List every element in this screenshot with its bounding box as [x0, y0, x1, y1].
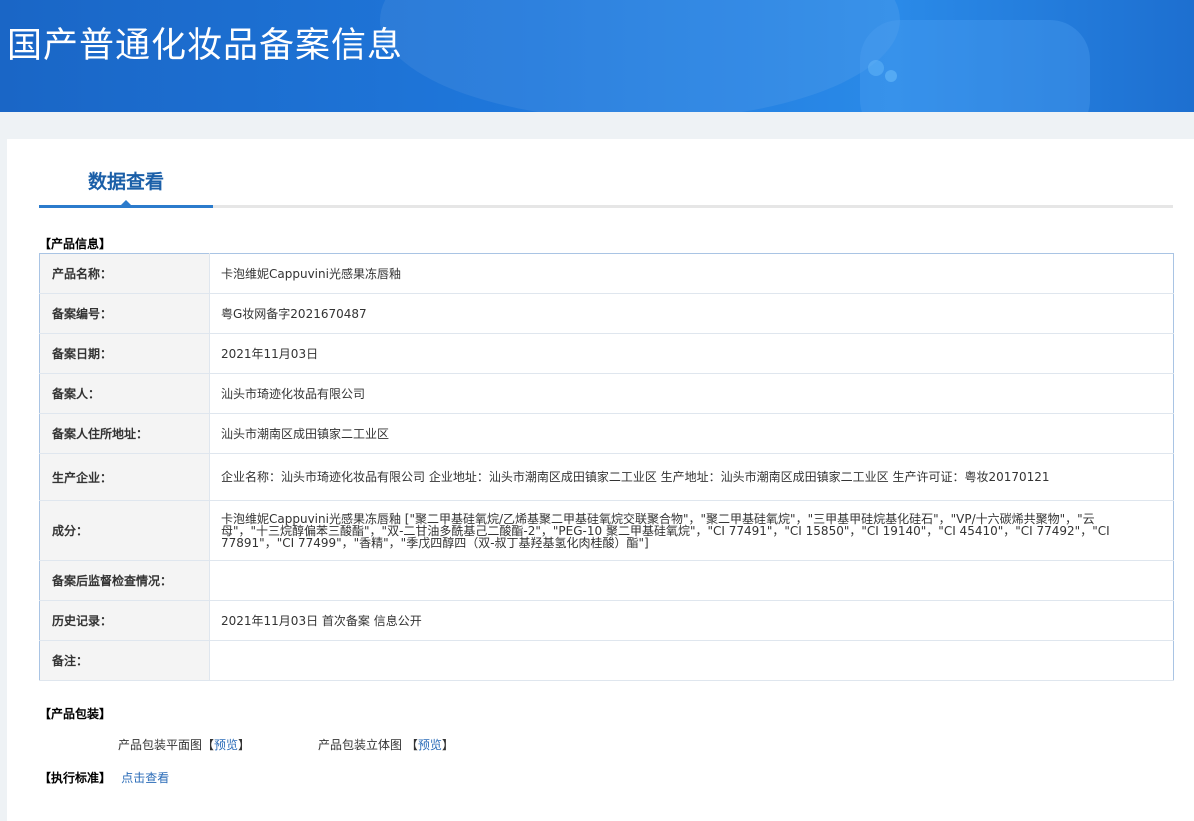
tab-data-view[interactable]: 数据查看 — [39, 167, 213, 208]
row-value: 2021年11月03日 首次备案 信息公开 — [209, 600, 1174, 641]
packaging-section-title: 【产品包装】 — [39, 707, 112, 721]
row-key: 生产企业： — [39, 453, 210, 501]
table-row: 生产企业： 企业名称：汕头市琦迹化妆品有限公司 企业地址：汕头市潮南区成田镇家二… — [39, 453, 1174, 501]
row-value: 卡泡维妮Cappuvini光感果冻唇釉 — [209, 253, 1174, 294]
row-key: 备案人： — [39, 373, 210, 414]
content-panel: 数据查看 【产品信息】 产品名称： 卡泡维妮Cappuvini光感果冻唇釉 备案… — [7, 139, 1194, 821]
tab-active-caret — [120, 200, 132, 206]
row-key: 备案人住所地址： — [39, 413, 210, 454]
table-row: 产品名称： 卡泡维妮Cappuvini光感果冻唇釉 — [39, 253, 1174, 294]
packaging-solid-close: 】 — [441, 738, 454, 752]
row-key: 备案后监督检查情况： — [39, 560, 210, 601]
row-value: 粤G妆网备字2021670487 — [209, 293, 1174, 334]
table-row: 历史记录： 2021年11月03日 首次备案 信息公开 — [39, 600, 1174, 641]
table-row: 备案人： 汕头市琦迹化妆品有限公司 — [39, 373, 1174, 414]
packaging-solid-label: 产品包装立体图 【 — [318, 738, 418, 752]
packaging-flat-preview-link[interactable]: 预览 — [214, 738, 238, 752]
header-decoration — [380, 0, 900, 112]
row-key: 产品名称： — [39, 253, 210, 294]
table-row: 备注： — [39, 640, 1174, 681]
row-value: 2021年11月03日 — [209, 333, 1174, 374]
product-info-table: 产品名称： 卡泡维妮Cappuvini光感果冻唇釉 备案编号： 粤G妆网备字20… — [39, 253, 1174, 681]
standard-view-link[interactable]: 点击查看 — [121, 771, 169, 785]
row-value: 汕头市琦迹化妆品有限公司 — [209, 373, 1174, 414]
packaging-flat-row: 产品包装平面图【预览】 — [118, 736, 250, 753]
row-value: 卡泡维妮Cappuvini光感果冻唇釉 ["聚二甲基硅氧烷/乙烯基聚二甲基硅氧烷… — [209, 500, 1174, 561]
table-row: 备案日期： 2021年11月03日 — [39, 333, 1174, 374]
packaging-flat-label: 产品包装平面图【 — [118, 738, 215, 752]
product-info-section-title: 【产品信息】 — [39, 237, 112, 251]
page-header: 国产普通化妆品备案信息 — [0, 0, 1194, 112]
page-title: 国产普通化妆品备案信息 — [7, 26, 404, 66]
row-key: 备案编号： — [39, 293, 210, 334]
standard-row: 【执行标准】 点击查看 — [39, 769, 169, 786]
table-row: 备案人住所地址： 汕头市潮南区成田镇家二工业区 — [39, 413, 1174, 454]
header-decoration — [860, 20, 1090, 112]
standard-section-title: 【执行标准】 — [39, 771, 112, 785]
packaging-solid-row: 产品包装立体图 【预览】 — [318, 736, 454, 753]
row-value — [209, 640, 1174, 681]
row-value: 企业名称：汕头市琦迹化妆品有限公司 企业地址：汕头市潮南区成田镇家二工业区 生产… — [209, 453, 1174, 501]
table-row: 成分： 卡泡维妮Cappuvini光感果冻唇釉 ["聚二甲基硅氧烷/乙烯基聚二甲… — [39, 500, 1174, 561]
row-value: 汕头市潮南区成田镇家二工业区 — [209, 413, 1174, 454]
row-key: 备注： — [39, 640, 210, 681]
row-key: 成分： — [39, 500, 210, 561]
table-row: 备案编号： 粤G妆网备字2021670487 — [39, 293, 1174, 334]
table-row: 备案后监督检查情况： — [39, 560, 1174, 601]
tab-data-view-label: 数据查看 — [87, 171, 164, 193]
header-decoration — [868, 60, 884, 76]
packaging-solid-preview-link[interactable]: 预览 — [418, 738, 442, 752]
row-key: 备案日期： — [39, 333, 210, 374]
row-key: 历史记录： — [39, 600, 210, 641]
header-decoration — [885, 70, 897, 82]
packaging-flat-close: 】 — [238, 738, 251, 752]
row-value — [209, 560, 1174, 601]
